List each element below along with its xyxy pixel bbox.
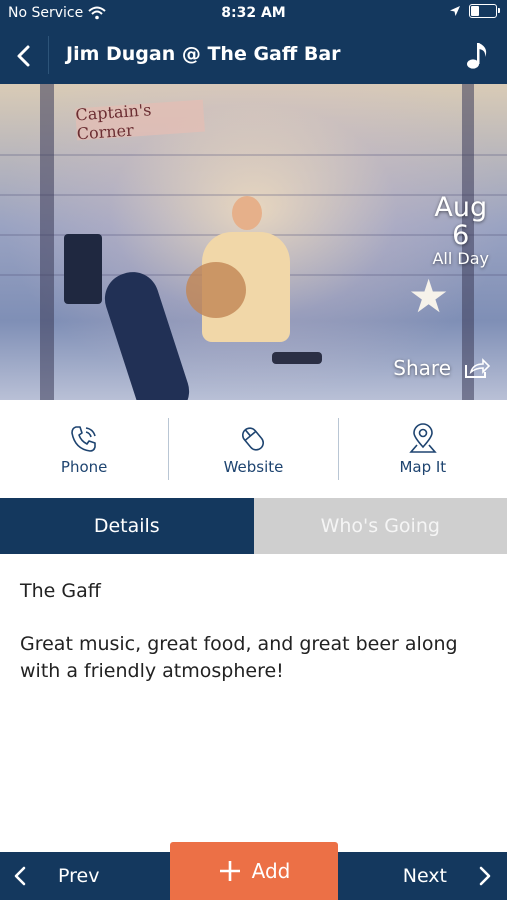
phone-icon bbox=[71, 426, 96, 452]
guitar-case bbox=[98, 265, 196, 400]
plus-icon bbox=[219, 861, 240, 881]
musician-head bbox=[232, 196, 262, 230]
phone-label: Phone bbox=[60, 458, 108, 476]
event-date: Aug 6 All Day bbox=[432, 194, 489, 268]
tab-bar: Details Who's Going bbox=[0, 498, 507, 554]
prev-button[interactable]: Prev bbox=[12, 852, 99, 900]
add-button[interactable]: Add bbox=[170, 842, 338, 900]
details-content: The Gaff Great music, great food, and gr… bbox=[20, 578, 487, 711]
stool bbox=[272, 352, 322, 364]
share-icon bbox=[465, 358, 491, 378]
tab-whos-going[interactable]: Who's Going bbox=[253, 498, 507, 554]
tab-details[interactable]: Details bbox=[0, 498, 254, 554]
date-time: All Day bbox=[432, 249, 489, 268]
share-button[interactable]: Share bbox=[393, 356, 491, 380]
wall-plank bbox=[0, 154, 507, 156]
back-chevron-icon[interactable] bbox=[10, 41, 40, 71]
battery-level bbox=[471, 6, 479, 16]
add-label: Add bbox=[251, 859, 291, 883]
chevron-left-icon bbox=[14, 866, 26, 886]
battery-icon bbox=[469, 4, 500, 18]
venue-name: The Gaff bbox=[20, 580, 101, 602]
navigation-bar: Jim Dugan @ The Gaff Bar bbox=[0, 26, 507, 84]
page-title: Jim Dugan @ The Gaff Bar bbox=[66, 43, 341, 65]
share-label: Share bbox=[393, 356, 451, 380]
phone-button[interactable]: Phone bbox=[0, 400, 168, 498]
bottom-bar: Prev Add Next bbox=[0, 842, 507, 900]
location-arrow-icon bbox=[450, 6, 460, 16]
clock: 8:32 AM bbox=[221, 5, 286, 21]
prev-label: Prev bbox=[58, 865, 100, 887]
chevron-right-icon bbox=[479, 866, 491, 886]
star-decoration: ★ bbox=[408, 269, 450, 323]
guitar bbox=[186, 262, 246, 318]
nav-divider bbox=[48, 36, 49, 74]
music-note-icon[interactable] bbox=[465, 40, 491, 70]
website-button[interactable]: Website bbox=[169, 400, 337, 498]
wall-plank bbox=[0, 194, 507, 196]
wood-post bbox=[40, 84, 54, 400]
date-day: 6 bbox=[452, 220, 470, 251]
mouse-icon bbox=[242, 427, 265, 451]
next-button[interactable]: Next bbox=[403, 852, 493, 900]
status-bar: No Service 8:32 AM bbox=[0, 0, 507, 26]
date-month: Aug bbox=[434, 192, 488, 223]
bar-sign: Captain's Corner bbox=[75, 99, 205, 143]
map-pin-icon bbox=[409, 423, 437, 453]
map-button[interactable]: Map It bbox=[339, 400, 507, 498]
website-label: Website bbox=[223, 458, 284, 476]
next-label: Next bbox=[402, 865, 447, 887]
speaker bbox=[64, 234, 102, 304]
action-row: Phone Website Map It bbox=[0, 400, 507, 498]
event-description: Great music, great food, and great beer … bbox=[20, 633, 458, 682]
map-label: Map It bbox=[399, 458, 447, 476]
event-image: Captain's Corner ★ Aug 6 All Day Share bbox=[0, 84, 507, 400]
